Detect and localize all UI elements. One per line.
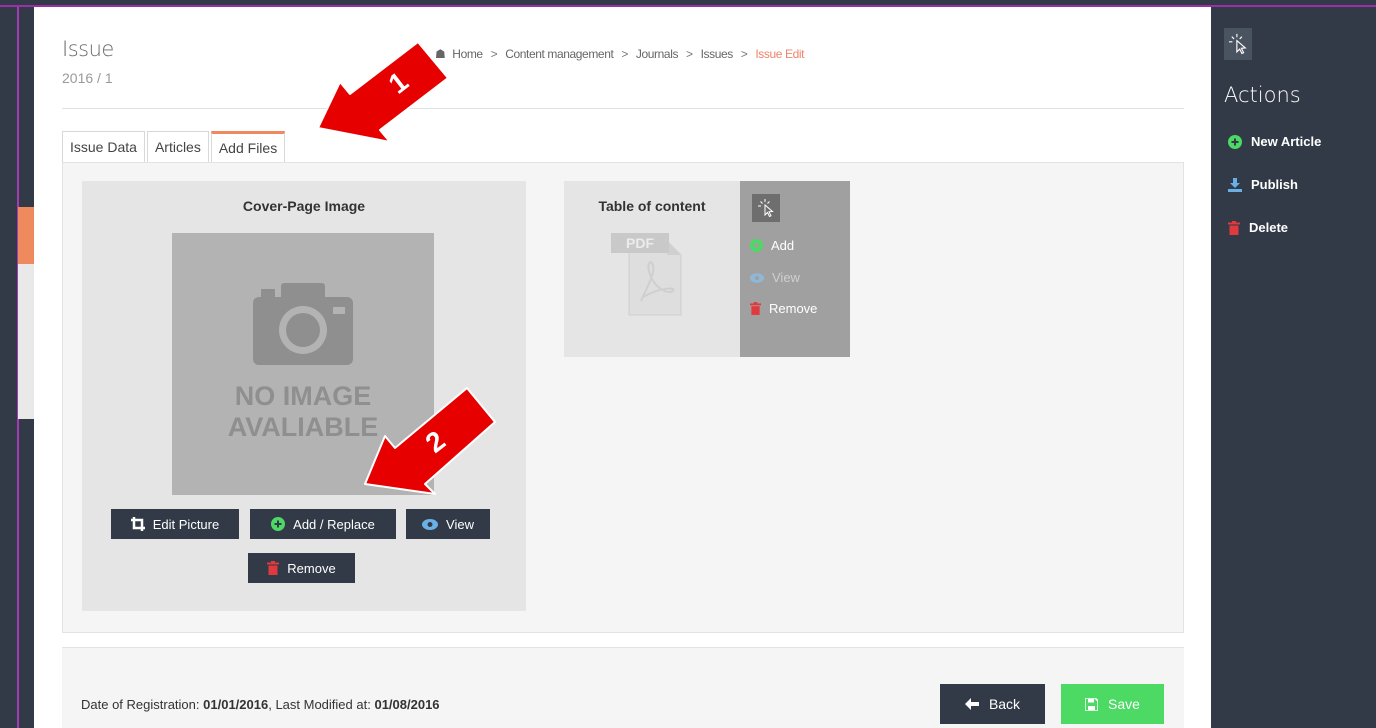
- toc-add-action[interactable]: Add: [750, 238, 794, 253]
- eye-icon: [750, 272, 764, 283]
- footer-dates: Date of Registration: 01/01/2016, Last M…: [81, 697, 440, 712]
- toc-actions-overlay: Add View Remove: [740, 181, 850, 357]
- breadcrumb-separator: >: [740, 47, 748, 61]
- annotation-arrow-2: 2: [364, 387, 496, 495]
- trash-icon: [1228, 220, 1240, 235]
- save-button[interactable]: Save: [1061, 684, 1164, 724]
- footer: Date of Registration: 01/01/2016, Last M…: [62, 647, 1184, 728]
- plus-circle-icon: [750, 239, 763, 252]
- tab-content: Cover-Page Image NO IMAGE AVALIABLE Edit…: [62, 162, 1184, 633]
- title-divider: [62, 108, 1184, 109]
- add-replace-label: Add / Replace: [293, 516, 375, 532]
- trash-icon: [750, 302, 761, 315]
- modified-label: , Last Modified at:: [268, 697, 371, 712]
- breadcrumb-content-management[interactable]: Content management: [505, 47, 614, 61]
- tab-add-files[interactable]: Add Files: [210, 131, 286, 163]
- page-subtitle: 2016 / 1: [62, 70, 113, 86]
- tab-articles[interactable]: Articles: [146, 131, 209, 163]
- main-panel: Issue 2016 / 1 ☗ Home > Content manageme…: [34, 7, 1211, 728]
- toc-title: Table of content: [598, 198, 706, 214]
- toc-remove-action[interactable]: Remove: [750, 301, 817, 316]
- breadcrumb-separator: >: [686, 47, 693, 61]
- plus-circle-icon: [271, 517, 286, 531]
- left-strip: [0, 7, 34, 728]
- toc-view-label: View: [772, 270, 800, 285]
- breadcrumb-separator: >: [621, 47, 628, 61]
- new-article-label: New Article: [1251, 134, 1322, 149]
- delete-action[interactable]: Delete: [1228, 220, 1288, 235]
- edit-picture-button[interactable]: Edit Picture: [111, 509, 239, 539]
- pdf-icon: PDF: [611, 233, 682, 316]
- save-icon: [1085, 697, 1099, 711]
- page-title: Issue: [62, 37, 114, 61]
- back-label: Back: [988, 696, 1021, 712]
- registration-label: Date of Registration:: [81, 697, 200, 712]
- cursor-click-icon: [1229, 33, 1247, 55]
- cursor-box: [752, 194, 780, 222]
- tab-issue-data[interactable]: Issue Data: [62, 131, 145, 163]
- remove-button[interactable]: Remove: [248, 553, 355, 583]
- arrow-left-icon: [964, 698, 979, 710]
- toc-card: Table of content PDF: [564, 181, 740, 357]
- add-replace-button[interactable]: Add / Replace: [250, 509, 396, 539]
- new-article-action[interactable]: New Article: [1228, 134, 1321, 149]
- top-border: [0, 0, 1376, 7]
- breadcrumb-separator: >: [490, 47, 498, 61]
- breadcrumb-journals[interactable]: Journals: [636, 47, 679, 61]
- annotation-arrow-1: 1: [317, 41, 449, 143]
- delete-label: Delete: [1249, 220, 1289, 235]
- left-accent-marker: [18, 207, 34, 264]
- trash-icon: [267, 561, 280, 575]
- toc-view-action[interactable]: View: [750, 270, 800, 285]
- toc-add-label: Add: [771, 238, 795, 253]
- tab-bar: Issue Data Articles Add Files: [62, 131, 287, 163]
- modified-date: 01/08/2016: [374, 697, 440, 712]
- left-light-panel: [18, 264, 34, 419]
- pdf-label: PDF: [626, 235, 654, 251]
- back-button[interactable]: Back: [940, 684, 1045, 724]
- publish-label: Publish: [1251, 177, 1298, 192]
- camera-icon: [253, 283, 353, 365]
- sidebar-cursor-box: [1224, 28, 1252, 60]
- eye-icon: [422, 518, 439, 530]
- save-label: Save: [1108, 696, 1140, 712]
- cover-title: Cover-Page Image: [242, 198, 366, 214]
- plus-circle-icon: [1228, 134, 1242, 149]
- cursor-click-icon: [758, 199, 774, 217]
- toc-remove-label: Remove: [769, 301, 818, 316]
- registration-date: 01/01/2016: [203, 697, 269, 712]
- breadcrumb-issues[interactable]: Issues: [701, 47, 734, 61]
- breadcrumb: ☗ Home > Content management > Journals >…: [435, 47, 804, 61]
- breadcrumb-active: Issue Edit: [755, 47, 805, 61]
- publish-action[interactable]: Publish: [1228, 177, 1298, 192]
- edit-picture-label: Edit Picture: [152, 516, 220, 532]
- download-icon: [1228, 177, 1242, 192]
- crop-icon: [130, 517, 145, 531]
- view-button[interactable]: View: [406, 509, 490, 539]
- actions-heading: Actions: [1224, 83, 1301, 107]
- actions-sidebar: Actions New Article Publish Delete: [1211, 7, 1376, 728]
- view-label: View: [446, 516, 474, 532]
- remove-label: Remove: [287, 560, 336, 576]
